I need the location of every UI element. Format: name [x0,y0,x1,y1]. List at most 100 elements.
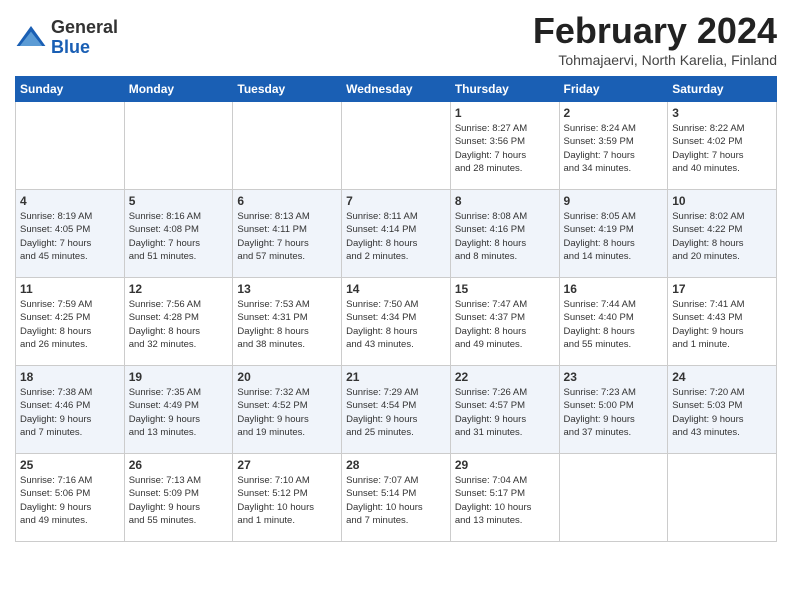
day-info: Sunrise: 8:16 AM Sunset: 4:08 PM Dayligh… [129,210,229,263]
calendar-cell [559,454,668,542]
calendar-cell: 18Sunrise: 7:38 AM Sunset: 4:46 PM Dayli… [16,366,125,454]
week-row-1: 4 Sunrise: 8:19 AM Sunset: 4:05 PM Daylig… [16,190,777,278]
day-number: 24 [672,370,772,384]
day-number: 6 [237,194,337,208]
calendar-cell: 29 Sunrise: 7:04 AM Sunset: 5:17 PM Dayli… [450,454,559,542]
logo-text: General Blue [51,18,118,58]
calendar-cell: 20 Sunrise: 7:32 AM Sunset: 4:52 PM Dayli… [233,366,342,454]
day-number: 17 [672,282,772,296]
calendar-cell: 14 Sunrise: 7:50 AM Sunset: 4:34 PM Dayli… [342,278,451,366]
day-of-week-friday: Friday [559,77,668,102]
day-info: Sunrise: 8:02 AM Sunset: 4:22 PM Dayligh… [672,210,772,263]
day-number: 22 [455,370,555,384]
calendar-table: SundayMondayTuesdayWednesdayThursdayFrid… [15,76,777,542]
day-info: Sunrise: 7:04 AM Sunset: 5:17 PM Dayligh… [455,474,555,527]
day-info: Sunrise: 7:23 AM Sunset: 5:00 PM Dayligh… [564,386,664,439]
week-row-4: 25Sunrise: 7:16 AM Sunset: 5:06 PM Dayli… [16,454,777,542]
month-title: February 2024 [533,10,777,52]
calendar-cell: 27Sunrise: 7:10 AM Sunset: 5:12 PM Dayli… [233,454,342,542]
day-number: 10 [672,194,772,208]
day-of-week-wednesday: Wednesday [342,77,451,102]
day-info: Sunrise: 7:07 AM Sunset: 5:14 PM Dayligh… [346,474,446,527]
day-number: 26 [129,458,229,472]
day-info: Sunrise: 8:27 AM Sunset: 3:56 PM Dayligh… [455,122,555,175]
week-row-3: 18Sunrise: 7:38 AM Sunset: 4:46 PM Dayli… [16,366,777,454]
day-number: 29 [455,458,555,472]
day-number: 3 [672,106,772,120]
day-of-week-tuesday: Tuesday [233,77,342,102]
calendar-cell: 6Sunrise: 8:13 AM Sunset: 4:11 PM Daylig… [233,190,342,278]
title-area: February 2024 Tohmajaervi, North Karelia… [533,10,777,68]
calendar-cell [16,102,125,190]
day-number: 19 [129,370,229,384]
day-number: 21 [346,370,446,384]
logo-blue-text: Blue [51,38,118,58]
logo-general-text: General [51,18,118,38]
day-info: Sunrise: 8:22 AM Sunset: 4:02 PM Dayligh… [672,122,772,175]
day-info: Sunrise: 7:32 AM Sunset: 4:52 PM Dayligh… [237,386,337,439]
day-info: Sunrise: 7:35 AM Sunset: 4:49 PM Dayligh… [129,386,229,439]
calendar-cell: 21 Sunrise: 7:29 AM Sunset: 4:54 PM Dayli… [342,366,451,454]
day-info: Sunrise: 7:29 AM Sunset: 4:54 PM Dayligh… [346,386,446,439]
calendar-cell: 11 Sunrise: 7:59 AM Sunset: 4:25 PM Dayli… [16,278,125,366]
day-number: 12 [129,282,229,296]
day-info: Sunrise: 7:44 AM Sunset: 4:40 PM Dayligh… [564,298,664,351]
day-info: Sunrise: 7:38 AM Sunset: 4:46 PM Dayligh… [20,386,120,439]
day-info: Sunrise: 8:24 AM Sunset: 3:59 PM Dayligh… [564,122,664,175]
calendar-cell: 17 Sunrise: 7:41 AM Sunset: 4:43 PM Dayli… [668,278,777,366]
day-number: 16 [564,282,664,296]
day-info: Sunrise: 7:26 AM Sunset: 4:57 PM Dayligh… [455,386,555,439]
day-number: 2 [564,106,664,120]
calendar-cell: 28 Sunrise: 7:07 AM Sunset: 5:14 PM Dayli… [342,454,451,542]
day-of-week-saturday: Saturday [668,77,777,102]
calendar-cell: 9Sunrise: 8:05 AM Sunset: 4:19 PM Daylig… [559,190,668,278]
calendar-cell: 22 Sunrise: 7:26 AM Sunset: 4:57 PM Dayli… [450,366,559,454]
day-info: Sunrise: 7:10 AM Sunset: 5:12 PM Dayligh… [237,474,337,527]
day-number: 11 [20,282,120,296]
day-number: 20 [237,370,337,384]
day-number: 7 [346,194,446,208]
day-number: 9 [564,194,664,208]
calendar-cell: 10 Sunrise: 8:02 AM Sunset: 4:22 PM Dayli… [668,190,777,278]
day-number: 1 [455,106,555,120]
calendar-body: 1 Sunrise: 8:27 AM Sunset: 3:56 PM Daylig… [16,102,777,542]
days-of-week-row: SundayMondayTuesdayWednesdayThursdayFrid… [16,77,777,102]
logo: General Blue [15,18,118,58]
calendar-cell: 15Sunrise: 7:47 AM Sunset: 4:37 PM Dayli… [450,278,559,366]
calendar-cell: 16 Sunrise: 7:44 AM Sunset: 4:40 PM Dayli… [559,278,668,366]
calendar-cell [124,102,233,190]
calendar-cell: 4 Sunrise: 8:19 AM Sunset: 4:05 PM Daylig… [16,190,125,278]
calendar-cell: 24Sunrise: 7:20 AM Sunset: 5:03 PM Dayli… [668,366,777,454]
calendar-cell: 23 Sunrise: 7:23 AM Sunset: 5:00 PM Dayli… [559,366,668,454]
day-number: 23 [564,370,664,384]
day-info: Sunrise: 8:08 AM Sunset: 4:16 PM Dayligh… [455,210,555,263]
week-row-2: 11 Sunrise: 7:59 AM Sunset: 4:25 PM Dayli… [16,278,777,366]
day-info: Sunrise: 8:19 AM Sunset: 4:05 PM Dayligh… [20,210,120,263]
day-number: 8 [455,194,555,208]
day-info: Sunrise: 7:56 AM Sunset: 4:28 PM Dayligh… [129,298,229,351]
calendar-cell [342,102,451,190]
day-info: Sunrise: 8:11 AM Sunset: 4:14 PM Dayligh… [346,210,446,263]
location-subtitle: Tohmajaervi, North Karelia, Finland [533,52,777,68]
day-number: 28 [346,458,446,472]
day-info: Sunrise: 7:41 AM Sunset: 4:43 PM Dayligh… [672,298,772,351]
calendar-cell [233,102,342,190]
calendar-cell: 13Sunrise: 7:53 AM Sunset: 4:31 PM Dayli… [233,278,342,366]
day-info: Sunrise: 7:59 AM Sunset: 4:25 PM Dayligh… [20,298,120,351]
day-of-week-sunday: Sunday [16,77,125,102]
day-number: 4 [20,194,120,208]
calendar-cell: 7 Sunrise: 8:11 AM Sunset: 4:14 PM Daylig… [342,190,451,278]
header: General Blue February 2024 Tohmajaervi, … [15,10,777,68]
calendar-cell: 25Sunrise: 7:16 AM Sunset: 5:06 PM Dayli… [16,454,125,542]
day-info: Sunrise: 7:13 AM Sunset: 5:09 PM Dayligh… [129,474,229,527]
calendar-cell: 5Sunrise: 8:16 AM Sunset: 4:08 PM Daylig… [124,190,233,278]
calendar-cell: 12 Sunrise: 7:56 AM Sunset: 4:28 PM Dayli… [124,278,233,366]
day-number: 13 [237,282,337,296]
calendar-header: SundayMondayTuesdayWednesdayThursdayFrid… [16,77,777,102]
calendar-cell [668,454,777,542]
day-number: 14 [346,282,446,296]
calendar-cell: 26 Sunrise: 7:13 AM Sunset: 5:09 PM Dayli… [124,454,233,542]
day-info: Sunrise: 7:50 AM Sunset: 4:34 PM Dayligh… [346,298,446,351]
day-number: 15 [455,282,555,296]
calendar-cell: 8 Sunrise: 8:08 AM Sunset: 4:16 PM Daylig… [450,190,559,278]
